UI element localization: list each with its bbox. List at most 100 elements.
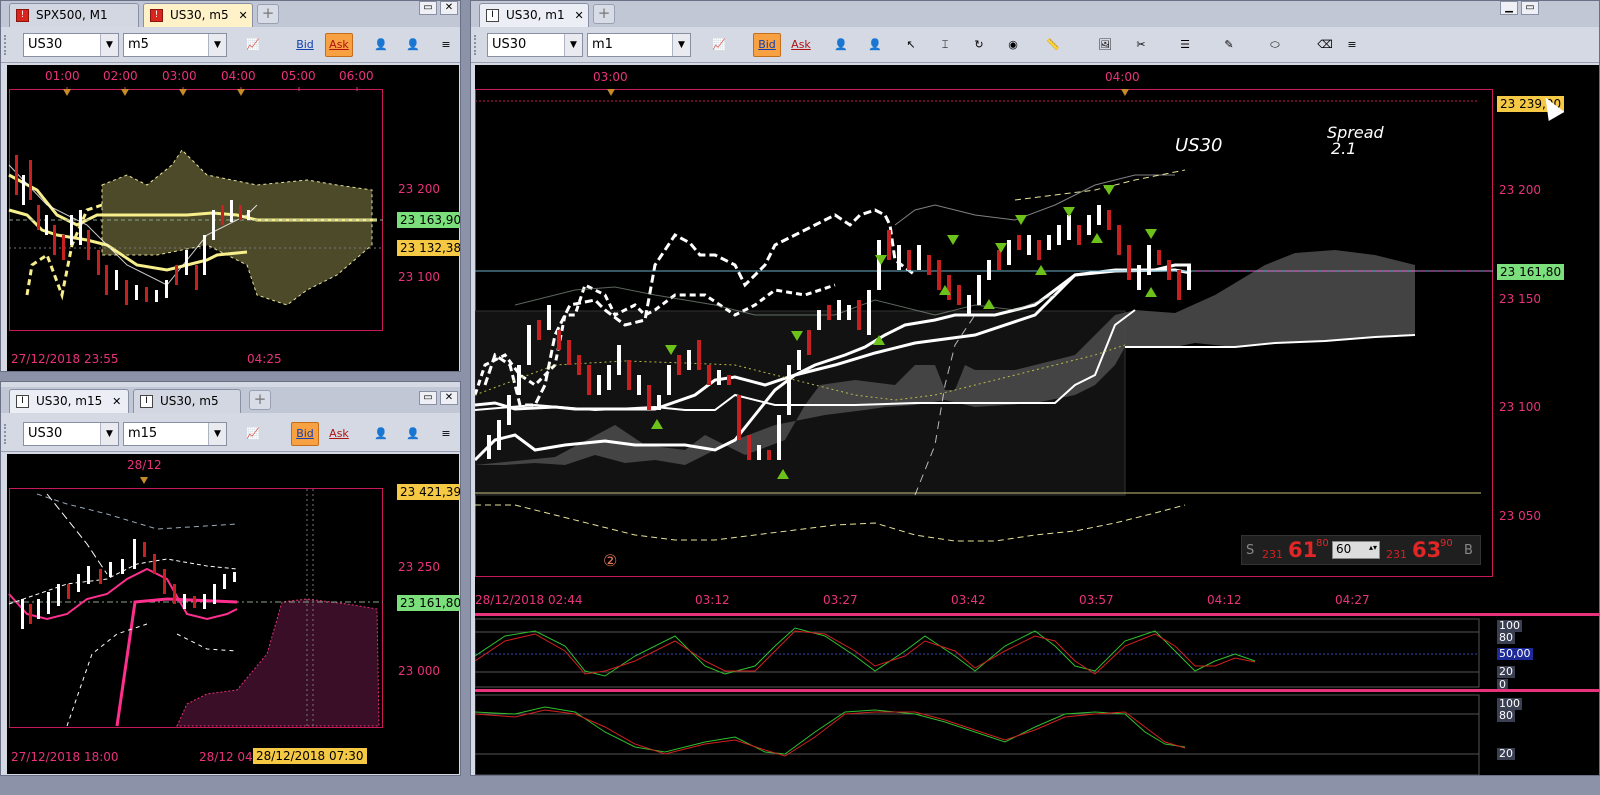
toolbar-grip[interactable] xyxy=(4,35,9,55)
close-tab-icon[interactable]: ✕ xyxy=(238,9,247,22)
user-sell-icon[interactable]: 👤 xyxy=(399,33,427,57)
chart-drawing xyxy=(8,477,383,727)
tools-icon[interactable]: ✂ xyxy=(1127,33,1155,57)
tab-bar: I US30, m15 ✕ I US30, m5 + ▭ ✕ xyxy=(1,387,460,413)
toolbar-menu-icon[interactable]: ≡ xyxy=(437,422,455,446)
stepper-arrows-icon[interactable]: ▴▾ xyxy=(1369,543,1377,552)
price-label: 23 050 xyxy=(1499,509,1541,523)
indicators-icon[interactable]: 📈 xyxy=(239,33,267,57)
ask-button[interactable]: Ask xyxy=(325,422,353,446)
chevron-down-icon: ▼ xyxy=(672,34,690,56)
bid-price-tag: 23 163,90 xyxy=(397,212,460,228)
tab-us30-m15[interactable]: I US30, m15 ✕ xyxy=(9,389,129,413)
close-tab-icon[interactable]: ✕ xyxy=(112,395,121,408)
minimize-button[interactable]: ▁ xyxy=(1500,1,1518,15)
toolbar-menu-icon[interactable]: ≡ xyxy=(1343,33,1361,57)
symbol-select[interactable]: US30 ▼ xyxy=(23,33,119,57)
chart-area[interactable]: 03:00 04:00 US30 Spread 2.1 23 200 23 15… xyxy=(475,65,1599,613)
maximize-button[interactable]: ▭ xyxy=(419,391,437,405)
user-sell-icon[interactable]: 👤 xyxy=(861,33,889,57)
tab-us30-m5[interactable]: I US30, m5 xyxy=(133,389,241,413)
time-label: 28/12 04 xyxy=(199,750,253,764)
toolbar-grip[interactable] xyxy=(474,35,479,55)
price-label: 23 150 xyxy=(1499,292,1541,306)
timeframe-select[interactable]: m5 ▼ xyxy=(123,33,227,57)
close-button[interactable]: ✕ xyxy=(440,391,458,405)
crosshair-tool-icon[interactable]: ⌶ xyxy=(931,33,959,57)
bid-button[interactable]: Bid xyxy=(291,422,319,446)
maximize-button[interactable]: ▭ xyxy=(1521,1,1539,15)
user-buy-icon[interactable]: 👤 xyxy=(367,422,395,446)
bid-button[interactable]: Bid xyxy=(291,33,319,57)
start-time-label: 27/12/2018 18:00 xyxy=(11,750,119,764)
chart-icon: I xyxy=(486,9,499,22)
symbol-select[interactable]: US30 ▼ xyxy=(23,422,119,446)
tab-spx500-m1[interactable]: ! SPX500, M1 xyxy=(9,3,139,27)
user-sell-icon[interactable]: 👤 xyxy=(399,422,427,446)
chevron-down-icon: ▼ xyxy=(208,34,226,56)
add-tab-button[interactable]: + xyxy=(257,4,279,24)
oscillator-drawing xyxy=(475,694,1480,775)
user-buy-icon[interactable]: 👤 xyxy=(827,33,855,57)
time-label: 04:25 xyxy=(247,352,282,366)
start-time-label: 28/12/2018 02:44 xyxy=(475,593,583,607)
sell-label: S xyxy=(1246,543,1255,558)
ask-button[interactable]: Ask xyxy=(787,33,815,57)
sell-price-small[interactable]: 231 xyxy=(1262,548,1283,561)
lot-size-stepper[interactable]: 60 ▴▾ xyxy=(1332,541,1380,559)
price-label: 23 100 xyxy=(1499,400,1541,414)
chart-toolbar: US30 ▼ m5 ▼ 📈 Bid Ask 👤 👤 ≡ xyxy=(1,27,460,63)
buy-price-small[interactable]: 231 xyxy=(1386,548,1407,561)
tab-us30-m1[interactable]: I US30, m1 ✕ xyxy=(479,3,589,27)
level-label: 50,00 xyxy=(1497,647,1533,660)
toolbar-menu-icon[interactable]: ≡ xyxy=(437,33,455,57)
cursor-time-tag: 28/12/2018 07:30 xyxy=(253,748,367,764)
timeframe-select[interactable]: m1 ▼ xyxy=(587,33,691,57)
time-label: 04:12 xyxy=(1207,593,1242,607)
window-controls: ▁ ▭ xyxy=(1500,1,1539,15)
start-time-label: 27/12/2018 23:55 xyxy=(11,352,119,366)
toolbar-grip[interactable] xyxy=(4,424,9,444)
eraser-icon[interactable]: ⌫ xyxy=(1311,33,1339,57)
bid-button[interactable]: Bid xyxy=(753,33,781,57)
buy-price-sup: 90 xyxy=(1440,538,1453,549)
symbol-select[interactable]: US30 ▼ xyxy=(487,33,583,57)
add-tab-button[interactable]: + xyxy=(593,4,615,24)
spread-value: 2.1 xyxy=(1331,139,1357,158)
close-tab-icon[interactable]: ✕ xyxy=(574,9,583,22)
chevron-down-icon: ▼ xyxy=(208,423,226,445)
close-button[interactable]: ✕ xyxy=(440,1,458,15)
chevron-down-icon: ▼ xyxy=(100,34,118,56)
indicators-icon[interactable]: 📈 xyxy=(705,33,733,57)
pen-icon[interactable]: ✎ xyxy=(1215,33,1243,57)
tab-us30-m5[interactable]: ! US30, m5 ✕ xyxy=(143,3,253,27)
image-icon[interactable]: 🖼 xyxy=(1091,33,1119,57)
indicators-icon[interactable]: 📈 xyxy=(239,422,267,446)
sell-price-big[interactable]: 61 xyxy=(1288,538,1317,562)
chart-area[interactable]: 28/12 23 421,39 23 250 23 161,80 23 000 … xyxy=(7,454,460,774)
time-label: 03:42 xyxy=(951,593,986,607)
globe-icon[interactable]: ◉ xyxy=(999,33,1027,57)
alert-icon: ! xyxy=(150,9,163,22)
chart-window-us30-m5: ! SPX500, M1 ! US30, m5 ✕ + ▭ ✕ US30 ▼ m5… xyxy=(0,0,461,372)
cursor-tool-icon[interactable]: ↖ xyxy=(897,33,925,57)
lines-icon[interactable]: ☰ xyxy=(1171,33,1199,57)
add-tab-button[interactable]: + xyxy=(249,390,271,410)
chart-toolbar: US30 ▼ m15 ▼ 📈 Bid Ask 👤 👤 ≡ xyxy=(1,416,460,452)
ask-button[interactable]: Ask xyxy=(325,33,353,57)
one-click-trade-panel: S 231 61 80 60 ▴▾ 231 63 90 B xyxy=(1241,535,1481,565)
user-buy-icon[interactable]: 👤 xyxy=(367,33,395,57)
chart-drawing xyxy=(475,89,1493,542)
chart-area[interactable]: 01:00 02:00 03:00 04:00 05:00 06:00 23 2… xyxy=(7,65,460,371)
timeframe-select[interactable]: m15 ▼ xyxy=(123,422,227,446)
chart-marker[interactable]: ② xyxy=(603,551,617,570)
maximize-button[interactable]: ▭ xyxy=(419,1,437,15)
ruler-icon[interactable]: 📏 xyxy=(1039,33,1067,57)
stochastic-panel-2[interactable]: 100 80 20 xyxy=(475,689,1599,775)
ellipse-icon[interactable]: ⬭ xyxy=(1261,33,1289,57)
chart-window-us30-m1: I US30, m1 ✕ + ▁ ▭ US30 ▼ m1 ▼ 📈 Bid Ask 👤… xyxy=(470,0,1600,776)
ask-price-tag: 23 421,39 xyxy=(397,484,460,500)
buy-price-big[interactable]: 63 xyxy=(1412,538,1441,562)
refresh-icon[interactable]: ↻ xyxy=(965,33,993,57)
stochastic-panel-1[interactable]: 100 80 50,00 20 0 xyxy=(475,613,1599,691)
